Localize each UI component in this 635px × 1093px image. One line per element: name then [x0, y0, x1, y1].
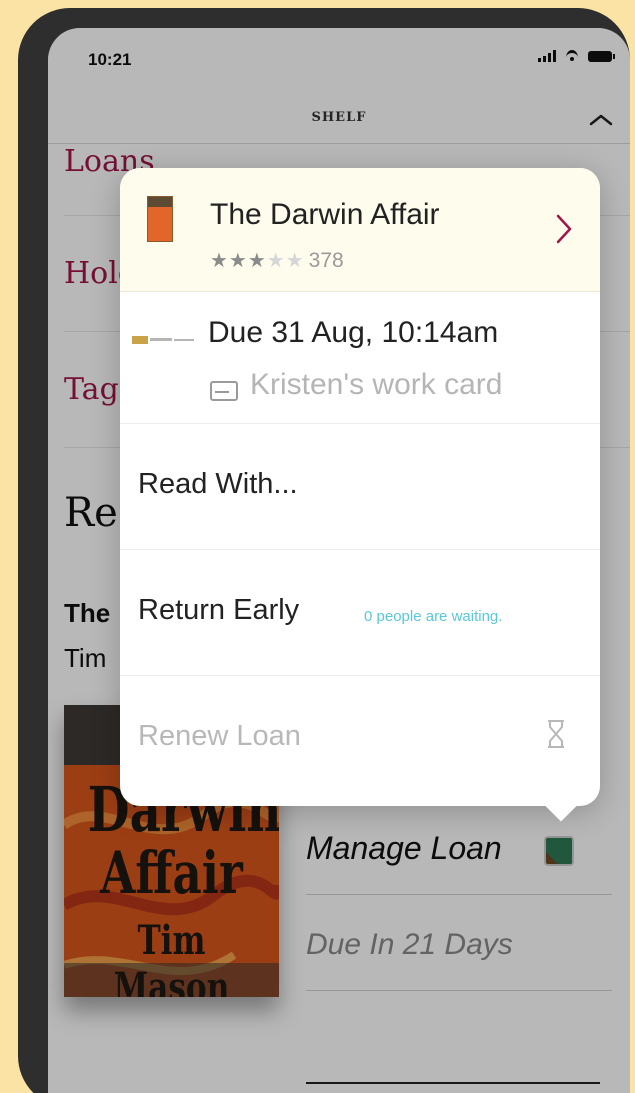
hourglass-icon: [548, 720, 564, 748]
due-date: Due 31 Aug, 10:14am: [208, 316, 499, 349]
popover-book-header[interactable]: The Darwin Affair ★★★★★ 378: [120, 168, 600, 292]
library-card: Kristen's work card: [250, 368, 503, 401]
chevron-right-icon[interactable]: [554, 212, 574, 246]
return-early-button[interactable]: Return Early 0 people are waiting.: [120, 550, 600, 676]
waiting-count: 0 people are waiting.: [364, 608, 503, 625]
star-rating-filled: ★★★: [210, 250, 267, 272]
popover-book-title: The Darwin Affair: [210, 198, 440, 231]
book-thumbnail: [147, 196, 173, 242]
renew-loan-button: Renew Loan: [120, 676, 600, 802]
read-with-button[interactable]: Read With...: [120, 424, 600, 550]
rating: ★★★★★ 378: [210, 248, 344, 273]
loan-popover: The Darwin Affair ★★★★★ 378 Due 31 Aug, 1…: [120, 168, 600, 822]
library-logo-icon: [132, 336, 194, 344]
card-icon: [210, 381, 238, 401]
loan-due-row: Due 31 Aug, 10:14am Kristen's work card: [120, 292, 600, 424]
action-label: Read With...: [138, 468, 298, 500]
action-label: Renew Loan: [138, 720, 301, 752]
action-label: Return Early: [138, 594, 300, 626]
star-rating-empty: ★★: [266, 250, 305, 272]
rating-count: 378: [308, 249, 344, 272]
